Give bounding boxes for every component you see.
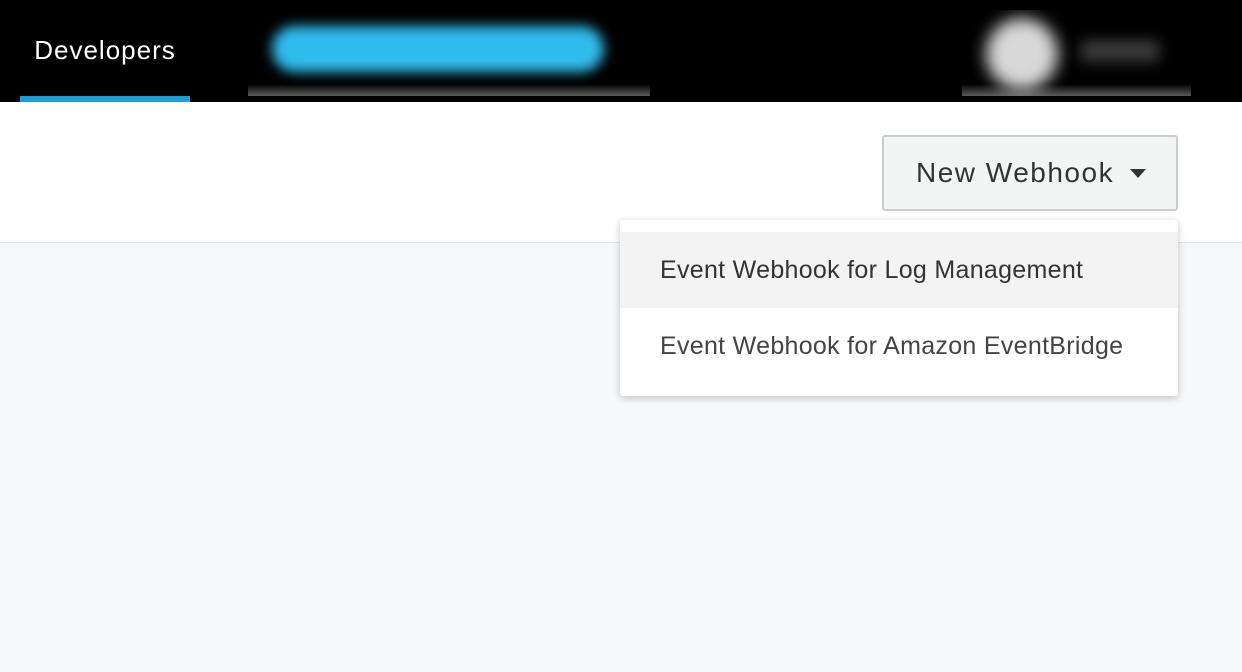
tab-developers[interactable]: Developers <box>20 0 190 102</box>
menu-item-log-management[interactable]: Event Webhook for Log Management <box>620 232 1178 308</box>
redacted-user-name <box>1080 40 1160 62</box>
new-webhook-label: New Webhook <box>916 157 1115 188</box>
menu-item-amazon-eventbridge[interactable]: Event Webhook for Amazon EventBridge <box>620 308 1178 384</box>
redacted-nav-pill <box>272 26 604 72</box>
new-webhook-button[interactable]: New Webhook <box>882 135 1178 211</box>
caret-down-icon <box>1130 169 1146 178</box>
avatar <box>986 18 1058 90</box>
redacted-nav-area <box>248 10 650 96</box>
new-webhook-dropdown-menu: Event Webhook for Log Management Event W… <box>620 220 1178 396</box>
top-navigation-bar: Developers <box>0 0 1242 102</box>
redacted-user-menu[interactable] <box>962 10 1191 96</box>
